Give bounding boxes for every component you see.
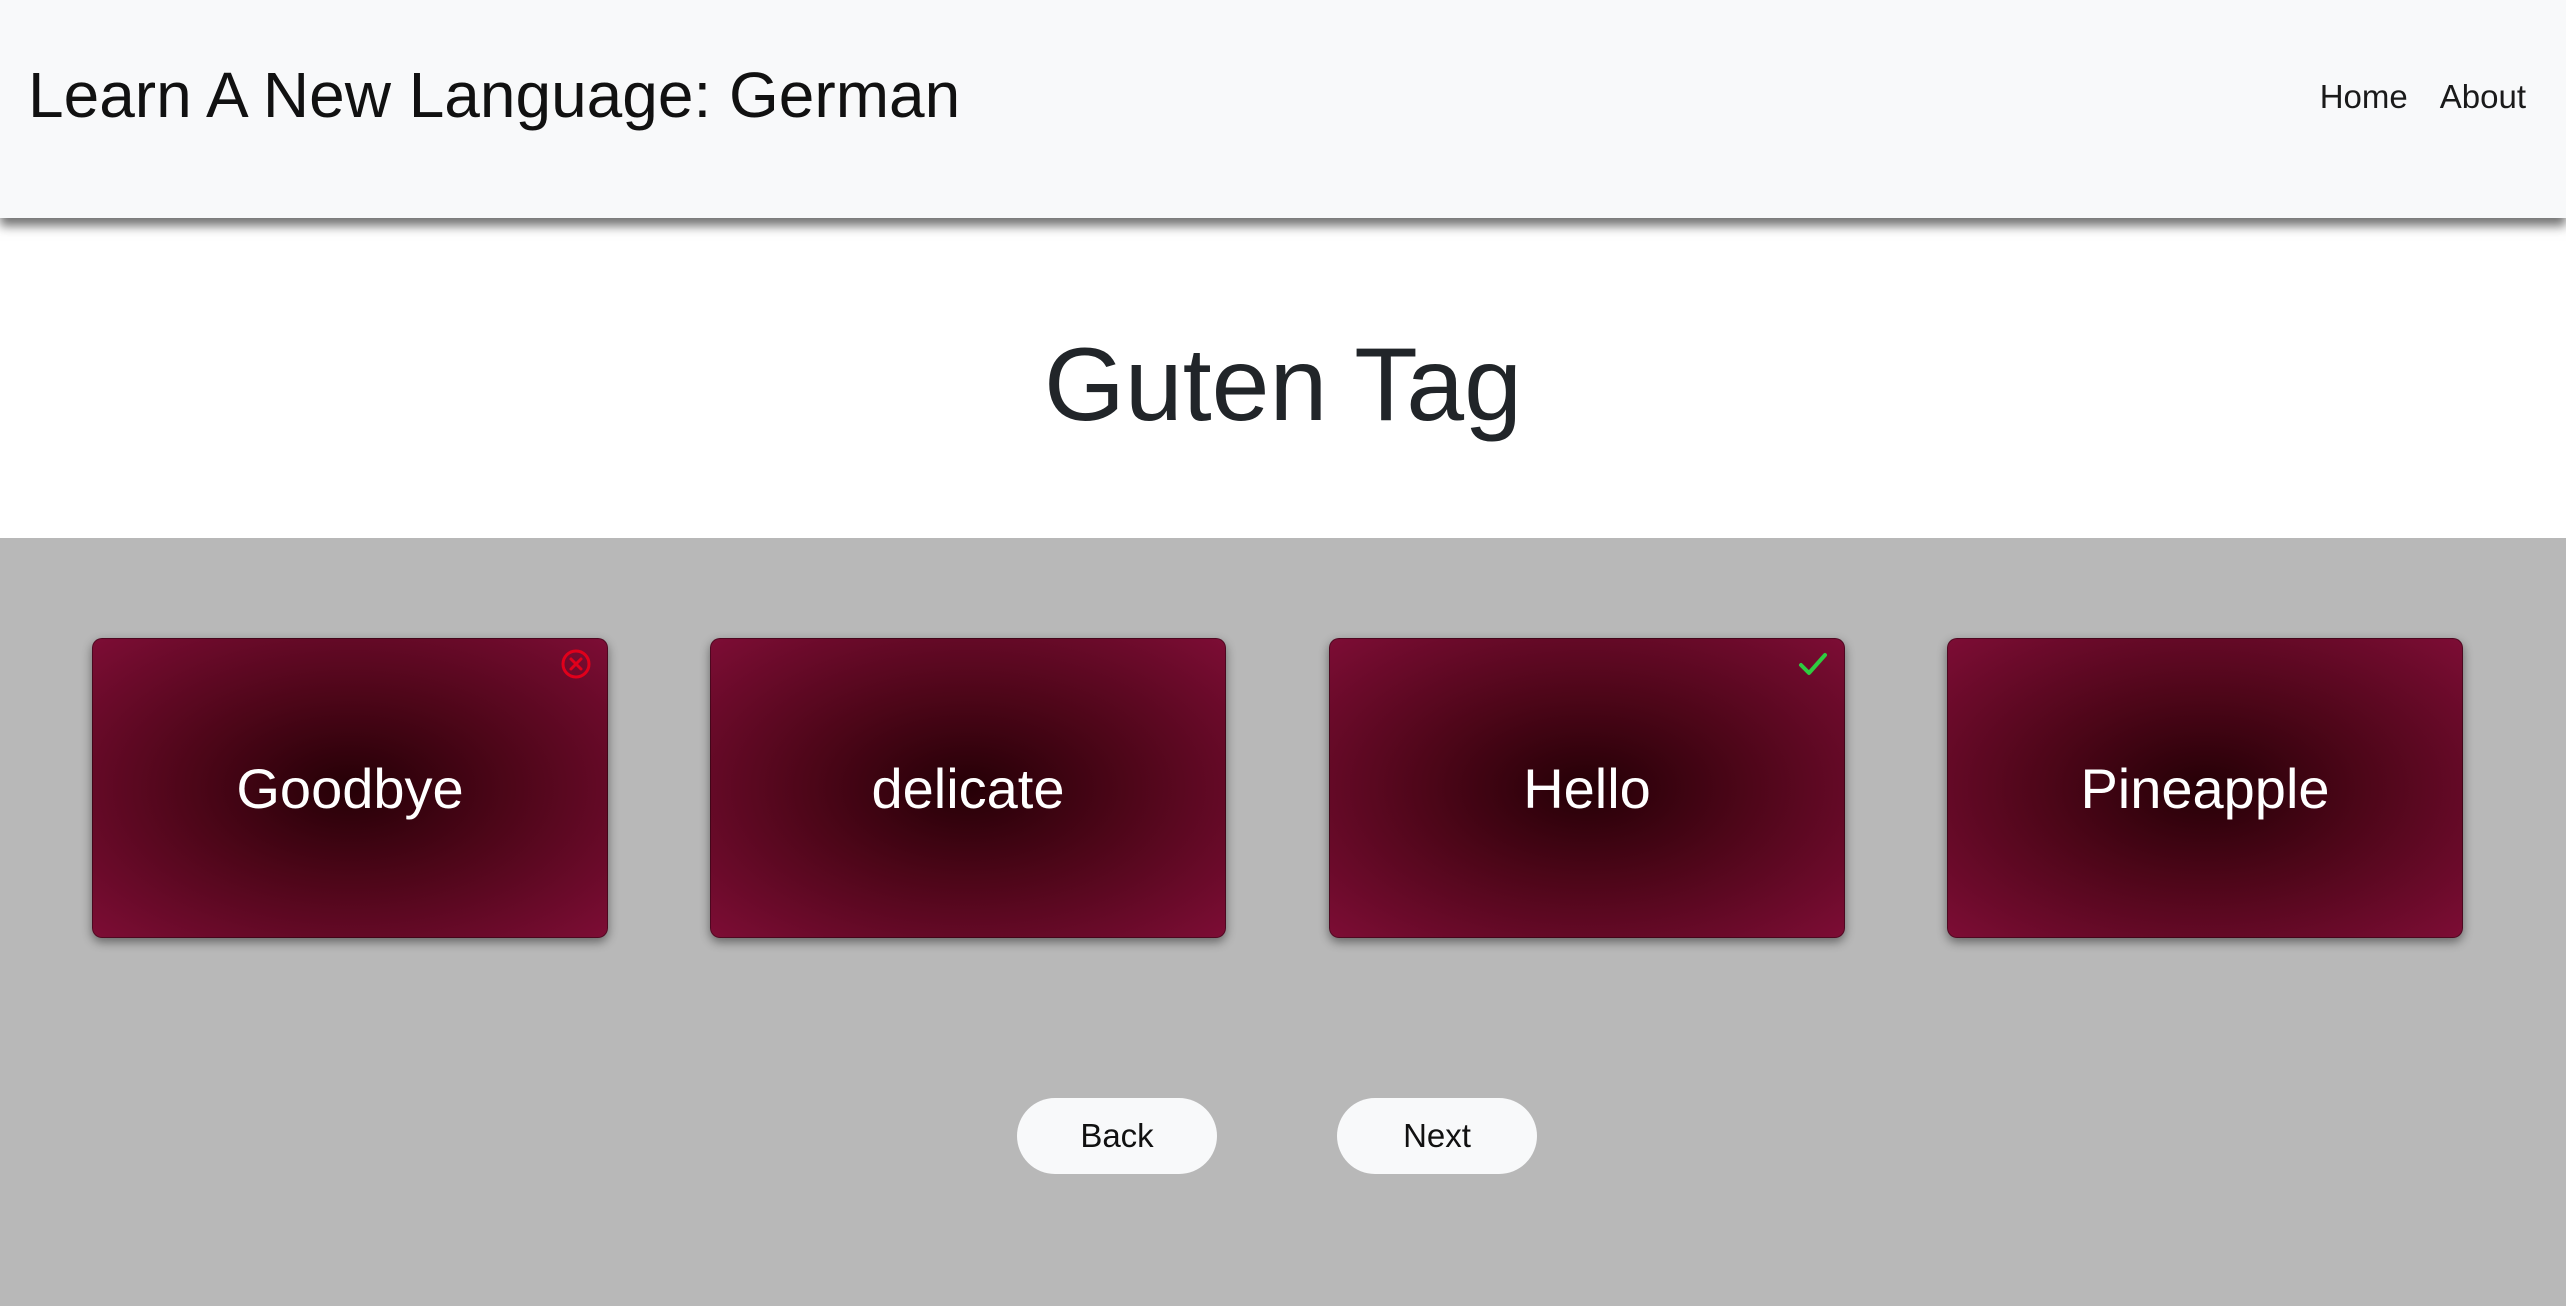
answer-area: Goodbye delicate Hello Pineapple Back Ne… [0,538,2566,1306]
answer-card-label: Hello [1523,756,1651,820]
nav-home-link[interactable]: Home [2320,78,2408,116]
answer-card-hello[interactable]: Hello [1329,638,1845,938]
app-title[interactable]: Learn A New Language: German [28,58,960,132]
x-circle-icon [561,649,591,679]
answer-card-goodbye[interactable]: Goodbye [92,638,608,938]
nav-links: Home About [2320,78,2526,116]
navbar: Learn A New Language: German Home About [0,0,2566,218]
german-word-title: Guten Tag [1043,327,1522,443]
answer-card-label: Pineapple [2080,756,2330,820]
answer-card-label: delicate [871,756,1065,820]
back-button[interactable]: Back [1017,1098,1217,1174]
checkmark-icon [1799,653,1827,675]
answer-card-delicate[interactable]: delicate [710,638,1226,938]
answer-card-pineapple[interactable]: Pineapple [1947,638,2463,938]
nav-about-link[interactable]: About [2440,78,2526,116]
next-button[interactable]: Next [1337,1098,1537,1174]
word-section: Guten Tag [0,218,2566,538]
answer-card-label: Goodbye [236,756,464,820]
